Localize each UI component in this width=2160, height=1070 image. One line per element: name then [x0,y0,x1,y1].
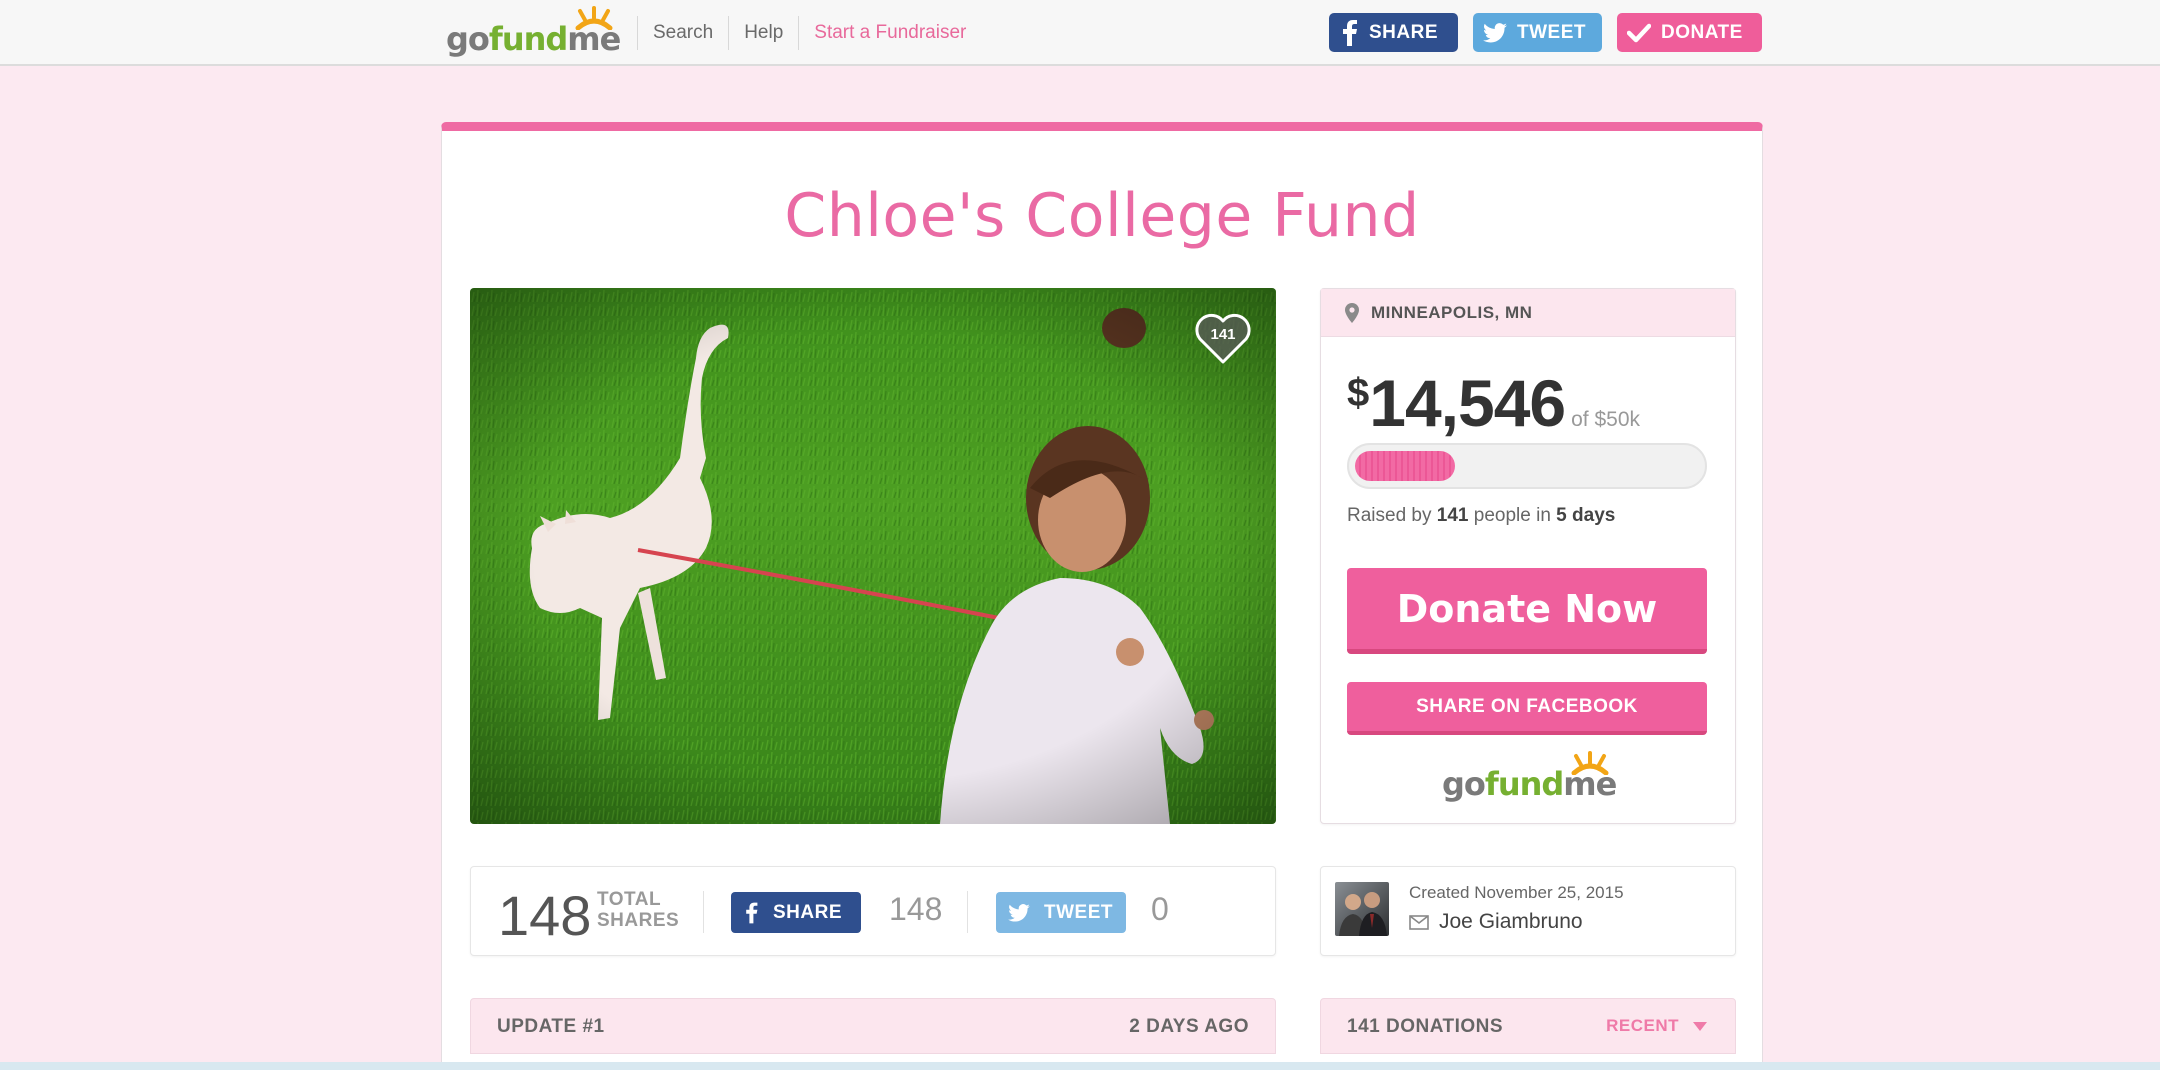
nav-search-link[interactable]: Search [637,16,728,50]
organizer-contact-link[interactable]: Joe Giambruno [1409,910,1583,934]
campaign-photo[interactable]: 141 [470,288,1276,824]
header-tweet-label: TWEET [1517,21,1586,43]
checkmark-icon [1627,23,1651,43]
map-pin-icon [1345,302,1359,323]
sort-label: RECENT [1606,1016,1679,1035]
twitter-icon [1008,903,1030,922]
header-donate-label: DONATE [1661,21,1743,43]
progress-bar [1347,443,1707,489]
campaign-card: Chloe's College Fund 141 MINNEAPOLIS, MN… [441,122,1763,1070]
share-on-facebook-button[interactable]: SHARE ON FACEBOOK [1347,682,1707,735]
goal-amount: of $50k [1571,408,1641,431]
facebook-share-count: 148 [889,891,943,927]
raised-amount: 14,546 [1369,366,1566,440]
twitter-icon [1483,22,1507,43]
logo-wordmark: gofundme [446,20,621,58]
header-share-button[interactable]: SHARE [1329,13,1458,52]
donation-panel: MINNEAPOLIS, MN $ 14,546 of $50k Raised … [1320,288,1736,824]
currency-symbol: $ [1347,371,1370,415]
nav-help-link[interactable]: Help [728,16,798,50]
progress-fill [1355,451,1455,481]
created-date: Created November 25, 2015 [1409,883,1624,902]
total-shares-label: TOTAL SHARES [597,889,680,931]
header-tweet-button[interactable]: TWEET [1473,13,1602,52]
envelope-icon [1409,914,1429,930]
gofundme-logo[interactable]: gofundme [446,6,621,62]
organizer-name: Joe Giambruno [1439,910,1583,933]
favorite-heart-button[interactable]: 141 [1192,310,1254,366]
total-shares-count: 148 [498,884,592,947]
organizer-avatar[interactable] [1335,882,1389,936]
campaign-location: MINNEAPOLIS, MN [1321,289,1735,337]
twitter-tweet-label: TWEET [1044,901,1113,923]
facebook-share-label: SHARE [773,901,843,923]
twitter-tweet-button[interactable]: TWEET [996,892,1126,933]
update-age: 2 DAYS AGO [1129,1016,1249,1037]
divider [703,891,704,933]
campaign-photo-illustration [470,288,1276,824]
donate-now-button[interactable]: Donate Now [1347,568,1707,654]
header-share-label: SHARE [1369,21,1439,43]
nav-start-fundraiser-link[interactable]: Start a Fundraiser [798,16,981,50]
raised-by-text: Raised by 141 people in 5 days [1347,505,1616,526]
amount-raised: $ 14,546 of $50k [1347,365,1640,441]
divider [967,891,968,933]
top-navigation-bar: gofundme Search Help Start a Fundraiser … [0,0,2160,66]
days-count: 5 days [1556,505,1616,526]
tweet-count: 0 [1151,891,1169,927]
panel-gofundme-logo: gofundme [1442,751,1617,807]
facebook-icon [743,901,759,925]
donations-header: 141 DONATIONS RECENT [1320,998,1736,1054]
location-text: MINNEAPOLIS, MN [1371,302,1533,322]
caret-down-icon [1693,1021,1707,1031]
top-action-buttons: SHARE TWEET DONATE [1329,13,1762,52]
top-navigation-inner: gofundme Search Help Start a Fundraiser … [442,0,1762,66]
update-title: UPDATE #1 [497,1016,605,1037]
share-stats-bar: 148 TOTAL SHARES SHARE 148 TWEET 0 [470,866,1276,956]
facebook-share-button[interactable]: SHARE [731,892,861,933]
campaign-title: Chloe's College Fund [784,181,1420,251]
header-donate-button[interactable]: DONATE [1617,13,1762,52]
donations-sort-dropdown[interactable]: RECENT [1606,1016,1707,1036]
organizer-card: Created November 25, 2015 Joe Giambruno [1320,866,1736,956]
donor-count: 141 [1436,505,1469,526]
update-header: UPDATE #1 2 DAYS AGO [470,998,1276,1054]
donations-count: 141 DONATIONS [1347,1016,1504,1037]
main-nav: Search Help Start a Fundraiser [637,16,981,50]
favorite-count: 141 [1210,326,1236,343]
facebook-icon [1339,19,1359,46]
bottom-edge-strip [0,1062,2160,1070]
logo-wordmark: gofundme [1442,765,1617,803]
